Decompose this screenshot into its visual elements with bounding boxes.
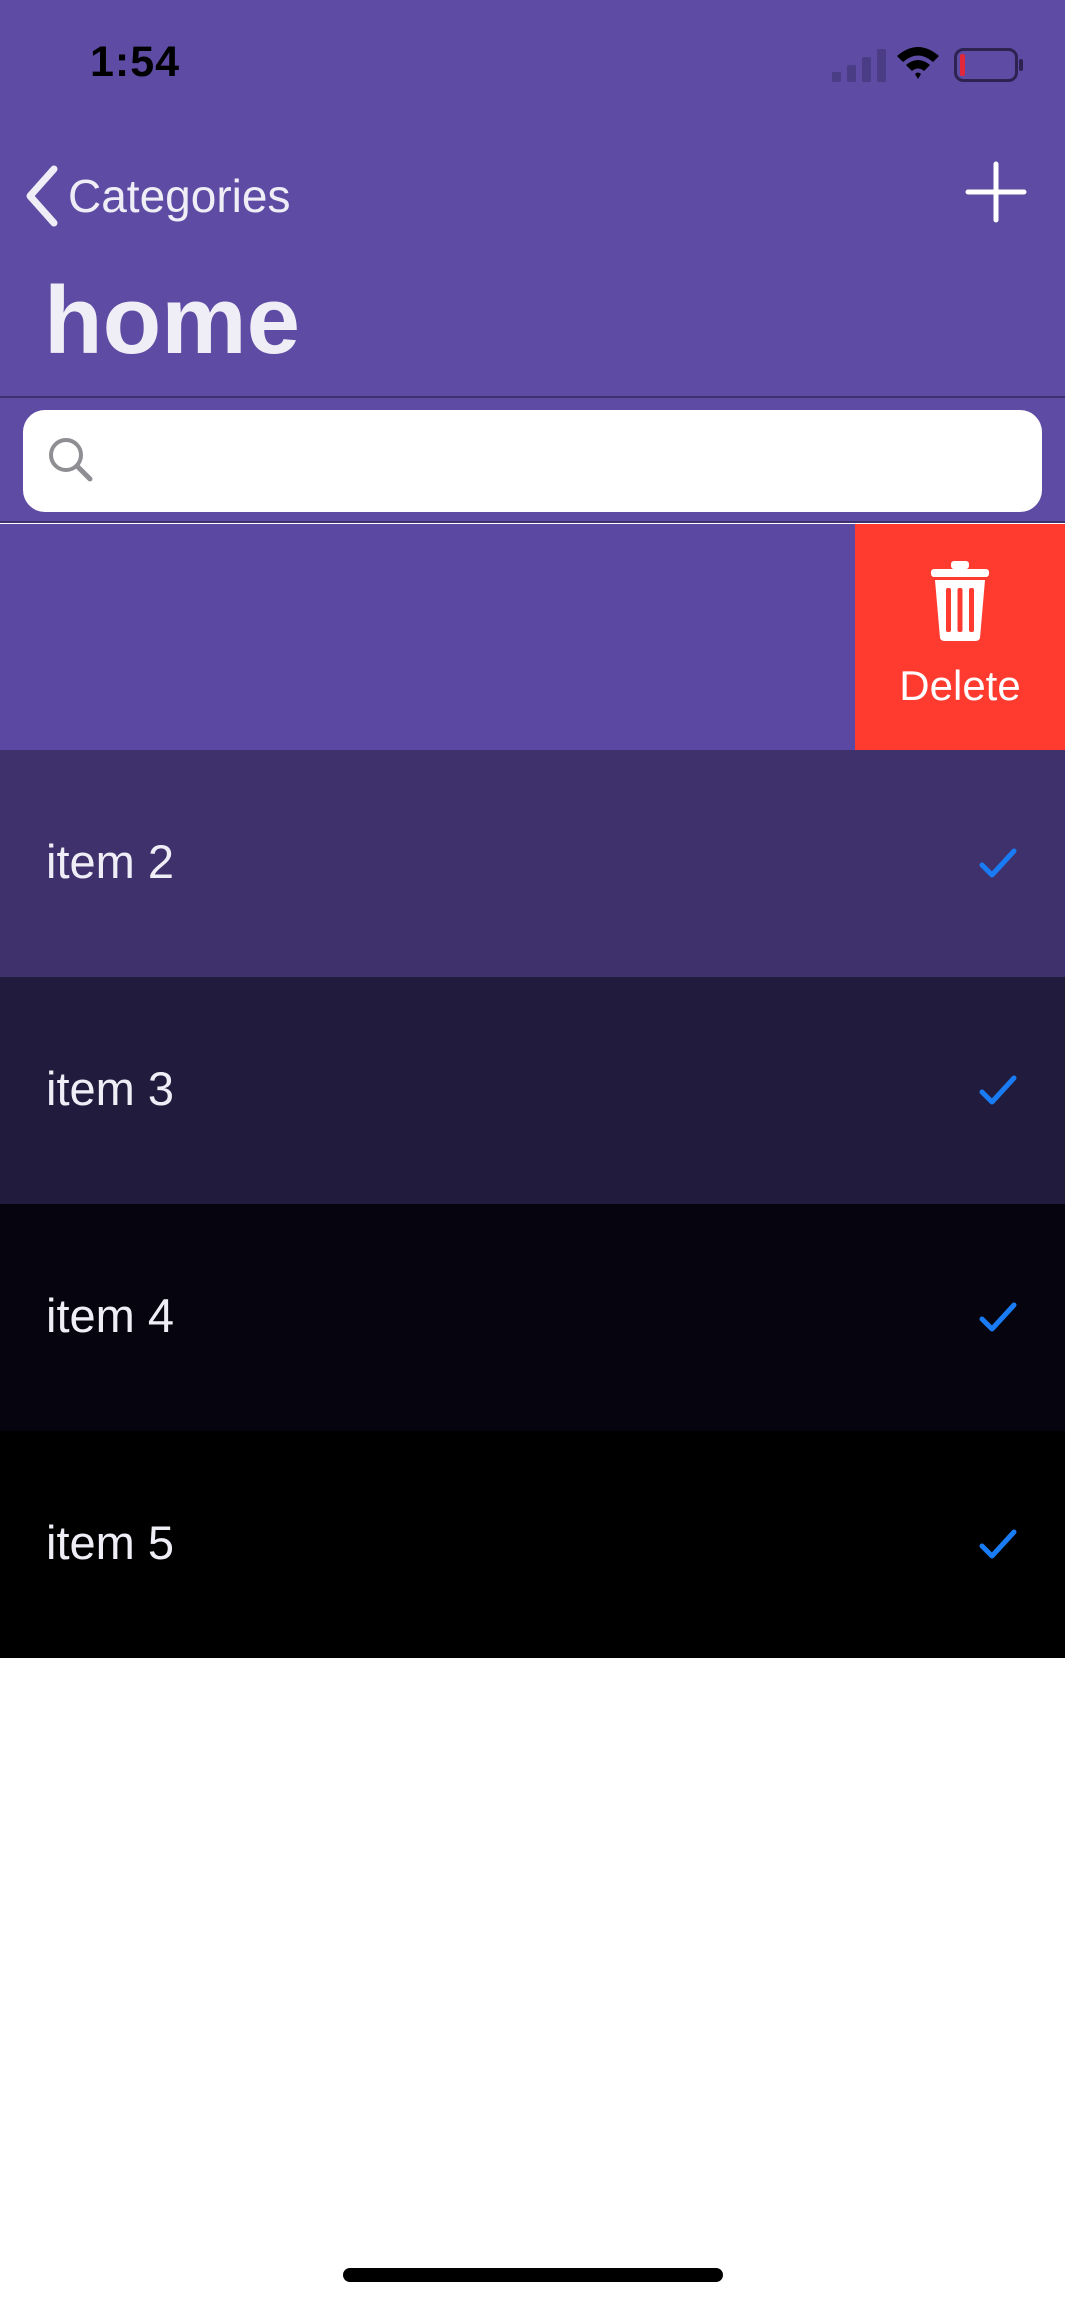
back-button[interactable]: Categories [22, 158, 290, 234]
delete-button[interactable]: Delete [855, 524, 1065, 750]
search-field[interactable] [23, 410, 1042, 512]
search-bar [0, 398, 1065, 523]
list-item[interactable]: item 5 [0, 1431, 1065, 1658]
page-title: home [44, 267, 301, 374]
list-item[interactable]: item 3 [0, 977, 1065, 1204]
back-button-label: Categories [68, 170, 291, 222]
cellular-signal-icon [832, 49, 886, 82]
checkmark-icon [979, 1302, 1017, 1332]
navigation-bar: Categories home [0, 130, 1065, 398]
status-bar: 1:54 [0, 0, 1065, 130]
trash-icon [931, 561, 989, 641]
status-time: 1:54 [90, 38, 181, 86]
home-indicator[interactable] [343, 2268, 723, 2282]
delete-label: Delete [899, 662, 1021, 709]
list-item[interactable]: item 2 [0, 750, 1065, 977]
search-input[interactable] [111, 410, 1021, 512]
battery-icon [954, 48, 1023, 82]
plus-icon[interactable] [962, 158, 1030, 226]
swiped-list-item[interactable]: Delete [0, 524, 1065, 750]
list-item-label: item 2 [46, 835, 174, 888]
list-item-label: item 5 [46, 1516, 174, 1569]
wifi-icon [897, 47, 939, 79]
chevron-left-icon [26, 165, 58, 227]
checkmark-icon [979, 1529, 1017, 1559]
list-item-label: item 4 [46, 1289, 174, 1342]
list-item-label: item 3 [46, 1062, 174, 1115]
checkmark-icon [979, 848, 1017, 878]
list-item[interactable]: item 4 [0, 1204, 1065, 1431]
magnifier-icon [49, 438, 93, 482]
checkmark-icon [979, 1075, 1017, 1105]
